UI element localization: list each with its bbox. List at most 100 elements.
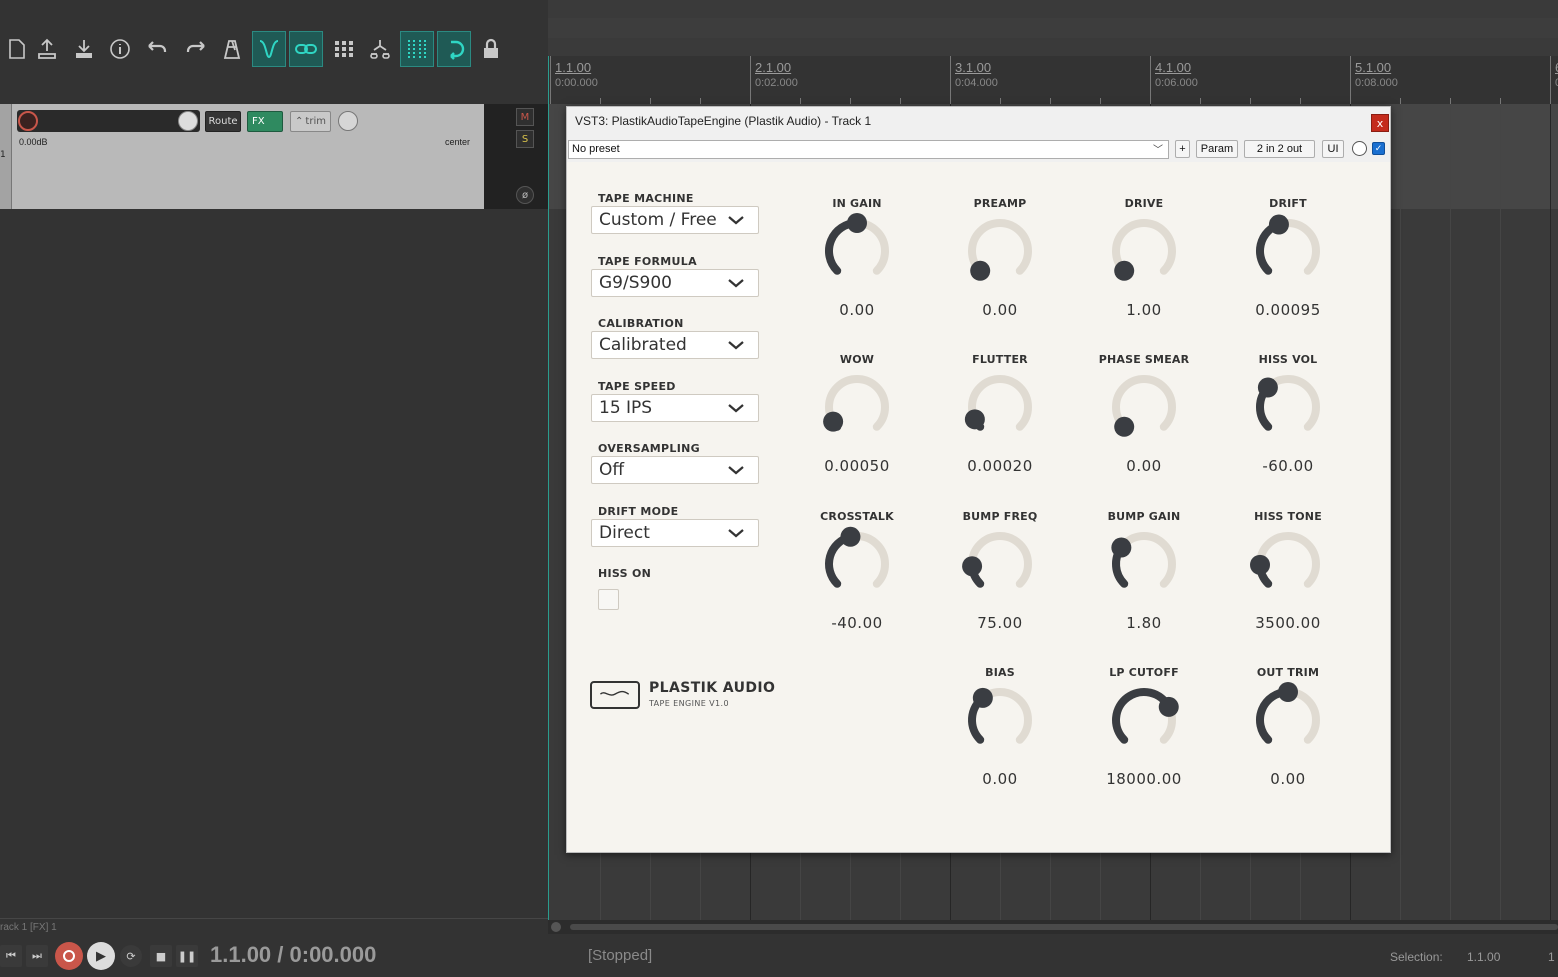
tape-formula-dropdown[interactable]: G9/S900	[591, 269, 759, 297]
ui-button[interactable]: UI	[1322, 140, 1344, 158]
hiss-on-checkbox[interactable]	[598, 589, 619, 610]
ruler-tick	[850, 98, 851, 104]
oversampling-dropdown[interactable]: Off	[591, 456, 759, 484]
hiss-tone-knob[interactable]	[1248, 524, 1328, 604]
add-preset-button[interactable]: +	[1175, 140, 1190, 158]
in-gain-knob[interactable]	[817, 211, 897, 291]
bypass-checkbox[interactable]: ✓	[1372, 142, 1385, 155]
info-icon[interactable]	[103, 31, 137, 67]
out-trim-label: OUT TRIM	[1256, 666, 1320, 679]
ruler-bar-label: 3.1.00	[955, 60, 992, 75]
phase-smear-knob[interactable]	[1104, 367, 1184, 447]
play-button[interactable]: ▶	[87, 942, 115, 970]
metronome-icon[interactable]	[215, 31, 249, 67]
loop-icon[interactable]	[437, 31, 471, 67]
ripple-icon[interactable]	[363, 31, 397, 67]
phase-smear-value: 0.00	[1126, 457, 1162, 475]
track-name-field[interactable]	[17, 110, 200, 132]
ruler-bar-label: 1.1.00	[555, 60, 592, 75]
calibration-dropdown[interactable]: Calibrated	[591, 331, 759, 359]
hiss-vol-knob-handle[interactable]	[1257, 377, 1278, 398]
hiss-vol-knob[interactable]	[1248, 367, 1328, 447]
chevron-down-icon	[728, 404, 744, 413]
ruler-tick	[900, 98, 901, 104]
drift-mode-dropdown[interactable]: Direct	[591, 519, 759, 547]
param-button[interactable]: Param	[1196, 140, 1238, 158]
route-button[interactable]: Route	[205, 111, 241, 132]
fx-button[interactable]: FX	[247, 111, 283, 132]
wow-knob-handle[interactable]	[823, 411, 844, 432]
preamp-knob-handle[interactable]	[970, 260, 991, 281]
io-button[interactable]: 2 in 2 out	[1244, 140, 1315, 158]
status-bar	[0, 918, 548, 938]
phase-invert-button[interactable]: ø	[516, 186, 534, 204]
selection-start: 1.1.00	[1467, 950, 1501, 964]
chevron-down-icon	[728, 529, 744, 538]
status-text: rack 1 [FX] 1	[0, 922, 57, 933]
go-to-start-icon[interactable]: ⏮	[0, 945, 22, 967]
out-trim-knob-handle[interactable]	[1278, 682, 1298, 702]
envelope-icon[interactable]	[327, 31, 361, 67]
mute-button[interactable]: M	[516, 108, 534, 126]
drive-knob[interactable]	[1104, 211, 1184, 291]
ruler-tick	[750, 98, 751, 104]
preset-dropdown[interactable]: No preset	[568, 140, 1169, 159]
open-icon[interactable]	[30, 31, 64, 67]
tape-speed-dropdown[interactable]: 15 IPS	[591, 394, 759, 422]
bump-freq-knob-handle[interactable]	[962, 556, 983, 577]
plastik-audio-logo	[590, 681, 640, 709]
checkmark-icon: ✓	[1374, 143, 1383, 154]
repeat-icon[interactable]: ⟳	[120, 945, 142, 967]
oversampling-label: OVERSAMPLING	[598, 442, 700, 455]
bump-gain-knob-handle[interactable]	[1111, 537, 1132, 558]
scroll-left-icon[interactable]	[551, 922, 561, 932]
drift-knob-handle[interactable]	[1268, 214, 1289, 235]
solo-button[interactable]: S	[516, 130, 534, 148]
stop-icon[interactable]: ■	[150, 945, 172, 967]
flutter-knob[interactable]	[960, 367, 1040, 447]
wow-knob[interactable]	[817, 367, 897, 447]
bias-knob-handle[interactable]	[972, 687, 993, 708]
hiss-tone-value: 3500.00	[1255, 614, 1321, 632]
wet-knob[interactable]	[1352, 141, 1367, 156]
drive-knob-handle[interactable]	[1114, 260, 1135, 281]
grid-line	[1400, 104, 1401, 920]
snap-grid-icon[interactable]	[400, 31, 434, 67]
autocrossfade-icon[interactable]	[252, 31, 286, 67]
pause-icon[interactable]: ❚❚	[176, 945, 198, 967]
save-icon[interactable]	[67, 31, 101, 67]
tape-machine-dropdown[interactable]: Custom / Free	[591, 206, 759, 234]
timeline-ruler[interactable]: 1.1.00 0:00.000 2.1.00 0:02.000 3.1.00 0:04.0…	[548, 56, 1558, 104]
preamp-knob[interactable]	[960, 211, 1040, 291]
undo-icon[interactable]	[140, 31, 174, 67]
edit-cursor[interactable]	[548, 56, 549, 920]
ruler-tick	[1150, 98, 1151, 104]
record-arm-button[interactable]	[18, 111, 38, 131]
lp-cutoff-knob-handle[interactable]	[1158, 696, 1179, 717]
out-trim-knob[interactable]	[1248, 680, 1328, 760]
track-pan-knob[interactable]	[338, 111, 358, 131]
phase-smear-knob-handle[interactable]	[1114, 416, 1135, 437]
close-button[interactable]: x	[1371, 114, 1389, 132]
flutter-knob-handle[interactable]	[964, 409, 985, 430]
bias-label: BIAS	[985, 666, 1015, 679]
crosstalk-knob[interactable]	[817, 524, 897, 604]
grouping-icon[interactable]	[289, 31, 323, 67]
ruler-tick	[600, 98, 601, 104]
lp-cutoff-knob[interactable]	[1104, 680, 1184, 760]
hiss-tone-knob-handle[interactable]	[1250, 554, 1271, 575]
bump-gain-knob[interactable]	[1104, 524, 1184, 604]
trim-button[interactable]: ⌃ trim	[290, 111, 331, 132]
bump-freq-knob[interactable]	[960, 524, 1040, 604]
crosstalk-knob-handle[interactable]	[840, 526, 861, 547]
record-button[interactable]	[55, 942, 83, 970]
bias-knob[interactable]	[960, 680, 1040, 760]
go-to-end-icon[interactable]: ⏭	[26, 945, 48, 967]
scrollbar-thumb[interactable]	[570, 924, 1558, 930]
new-file-icon[interactable]	[0, 31, 34, 67]
in-gain-knob-handle[interactable]	[847, 213, 867, 233]
redo-icon[interactable]	[179, 31, 213, 67]
track-volume-knob[interactable]	[178, 111, 198, 131]
lock-icon[interactable]	[474, 31, 508, 67]
drift-knob[interactable]	[1248, 211, 1328, 291]
